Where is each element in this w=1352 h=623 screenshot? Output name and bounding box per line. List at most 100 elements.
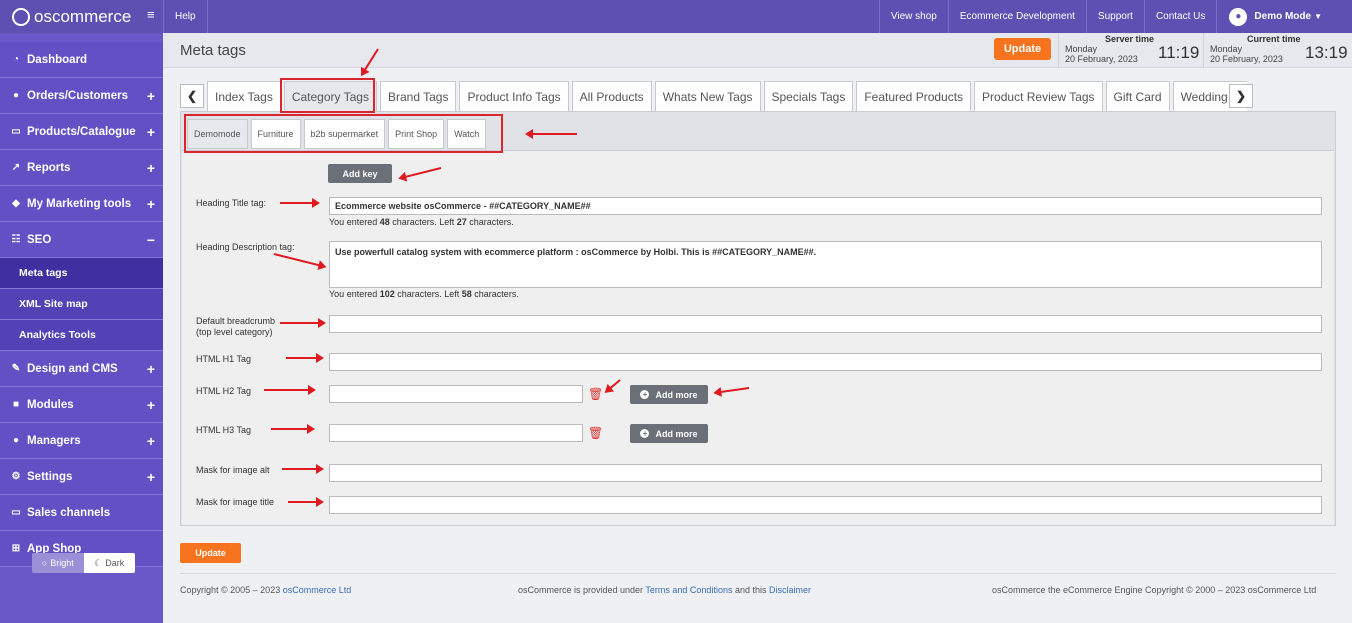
annotation-arrow	[264, 385, 316, 395]
add-more-label: Add more	[655, 389, 698, 400]
meta-tag-tabs: ❮ Index Tags Category Tags Brand Tags Pr…	[180, 81, 1247, 111]
contact-us-link[interactable]: Contact Us	[1143, 0, 1216, 33]
tab-featured-products[interactable]: Featured Products	[856, 81, 972, 111]
expand-icon[interactable]: +	[147, 361, 155, 377]
folder-icon: ▭	[11, 126, 21, 137]
update-button-bottom[interactable]: Update	[180, 543, 241, 563]
h3-add-more-button[interactable]: + Add more	[630, 424, 708, 443]
tab-whats-new-tags[interactable]: Whats New Tags	[654, 81, 761, 111]
user-menu[interactable]: ● Demo Mode ▼	[1216, 0, 1352, 33]
annotation-arrow	[286, 353, 324, 363]
tab-product-review-tags[interactable]: Product Review Tags	[974, 81, 1103, 111]
h1-tag-input[interactable]	[329, 353, 1322, 371]
theme-bright-label: Bright	[50, 558, 74, 568]
ecommerce-development-link[interactable]: Ecommerce Development	[947, 0, 1086, 33]
sidebar-item-settings[interactable]: ⚙ Settings +	[0, 459, 163, 495]
sidebar-subitem-analytics-tools[interactable]: Analytics Tools	[0, 320, 163, 351]
image-title-input[interactable]	[329, 496, 1322, 514]
user-icon: ●	[12, 435, 20, 446]
tab-specials-tags[interactable]: Specials Tags	[763, 81, 854, 111]
add-key-button[interactable]: Add key	[328, 164, 392, 183]
tabs-next-arrow-icon[interactable]: ❯	[1229, 84, 1253, 108]
expand-icon[interactable]: +	[147, 469, 155, 485]
sidebar-item-label: Modules	[27, 398, 74, 411]
h2-add-more-button[interactable]: + Add more	[630, 385, 708, 404]
sidebar-item-managers[interactable]: ● Managers +	[0, 423, 163, 459]
user-name: Demo Mode	[1254, 11, 1312, 22]
expand-icon[interactable]: +	[147, 196, 155, 212]
meta-tags-panel: Demomode Furniture b2b supermarket Print…	[180, 111, 1336, 526]
view-shop-link[interactable]: View shop	[878, 0, 948, 33]
update-button-top[interactable]: Update	[994, 38, 1051, 60]
platform-subtabs: Demomode Furniture b2b supermarket Print…	[187, 119, 489, 149]
current-time-clock: 13:19	[1305, 43, 1348, 62]
current-time-box: Current time Monday 20 February, 2023 13…	[1203, 33, 1352, 68]
support-link[interactable]: Support	[1085, 0, 1144, 33]
annotation-arrow	[282, 464, 324, 474]
theme-bright-button[interactable]: ○ Bright	[32, 553, 84, 573]
subtab-b2b-supermarket[interactable]: b2b supermarket	[303, 119, 386, 149]
heading-title-input[interactable]	[329, 197, 1322, 215]
breadcrumb-label-line1: Default breadcrumb	[196, 316, 276, 326]
logo[interactable]: oscommerce ≡	[0, 0, 163, 33]
tab-gift-card[interactable]: Gift Card	[1105, 81, 1170, 111]
sidebar-item-seo[interactable]: ☷ SEO −	[0, 222, 163, 258]
tab-product-info-tags[interactable]: Product Info Tags	[459, 81, 569, 111]
breadcrumb-input[interactable]	[329, 315, 1322, 333]
expand-icon[interactable]: +	[147, 433, 155, 449]
subtab-print-shop[interactable]: Print Shop	[388, 119, 445, 149]
tab-all-products[interactable]: All Products	[571, 81, 652, 111]
counter-left: 58	[461, 289, 472, 299]
subtab-furniture[interactable]: Furniture	[250, 119, 301, 149]
heading-title-label: Heading Title tag:	[196, 198, 267, 208]
footer-copyright-text: Copyright © 2005 – 2023	[180, 585, 283, 595]
monitor-icon: ▭	[11, 507, 21, 518]
tab-index-tags[interactable]: Index Tags	[207, 81, 281, 111]
expand-icon[interactable]: +	[147, 160, 155, 176]
expand-icon[interactable]: +	[147, 397, 155, 413]
sidebar-item-modules[interactable]: ■ Modules +	[0, 387, 163, 423]
sidebar-item-products-catalogue[interactable]: ▭ Products/Catalogue +	[0, 114, 163, 150]
sidebar-subitem-xml-sitemap[interactable]: XML Site map	[0, 289, 163, 320]
h3-tag-input[interactable]	[329, 424, 583, 442]
subtab-demomode[interactable]: Demomode	[187, 119, 248, 149]
sidebar-item-label: My Marketing tools	[27, 197, 132, 210]
footer-engine-copyright: osCommerce the eCommerce Engine Copyrigh…	[992, 585, 1317, 595]
help-link[interactable]: Help	[163, 0, 207, 33]
sidebar-item-reports[interactable]: ↗ Reports +	[0, 150, 163, 186]
trash-icon[interactable]: 🗑	[588, 387, 603, 401]
server-time-clock: 11:19	[1158, 43, 1200, 62]
meta-tags-form: Add key Heading Title tag: You entered 4…	[182, 150, 1334, 525]
page-title: Meta tags	[180, 42, 246, 59]
tabs-prev-arrow-icon[interactable]: ❮	[180, 84, 204, 108]
hamburger-menu-icon[interactable]: ≡	[147, 8, 157, 21]
cart-icon: ⊞	[11, 543, 21, 554]
subtab-watch[interactable]: Watch	[447, 119, 487, 149]
user-avatar-icon: ●	[1229, 7, 1248, 26]
collapse-icon[interactable]: −	[147, 232, 155, 248]
tab-brand-tags[interactable]: Brand Tags	[379, 81, 457, 111]
sidebar-item-marketing-tools[interactable]: ◆ My Marketing tools +	[0, 186, 163, 222]
sidebar-item-sales-channels[interactable]: ▭ Sales channels	[0, 495, 163, 531]
expand-icon[interactable]: +	[147, 124, 155, 140]
footer-oscommerce-link[interactable]: osCommerce Ltd	[283, 585, 352, 595]
annotation-arrow	[288, 497, 324, 507]
footer-terms-link[interactable]: Terms and Conditions	[645, 585, 732, 595]
sidebar-item-orders-customers[interactable]: ● Orders/Customers +	[0, 78, 163, 114]
expand-icon[interactable]: +	[147, 88, 155, 104]
trash-icon[interactable]: 🗑	[588, 426, 603, 440]
sidebar-item-design-cms[interactable]: ✎ Design and CMS +	[0, 351, 163, 387]
sidebar-item-dashboard[interactable]: ◔ Dashboard	[0, 42, 163, 78]
annotation-arrow	[280, 198, 320, 208]
modules-icon: ■	[12, 399, 20, 410]
counter-count: 48	[379, 217, 390, 227]
tab-category-tags[interactable]: Category Tags	[283, 81, 377, 111]
theme-dark-button[interactable]: ☾ Dark	[83, 553, 135, 573]
image-alt-input[interactable]	[329, 464, 1322, 482]
counter-prefix: You entered	[329, 289, 380, 299]
footer-disclaimer-link[interactable]: Disclaimer	[769, 585, 811, 595]
heading-description-textarea[interactable]: Use powerfull catalog system with ecomme…	[329, 241, 1322, 288]
sidebar-subitem-meta-tags[interactable]: Meta tags	[0, 258, 163, 289]
sidebar-item-label: Design and CMS	[27, 362, 118, 375]
h2-tag-input[interactable]	[329, 385, 583, 403]
